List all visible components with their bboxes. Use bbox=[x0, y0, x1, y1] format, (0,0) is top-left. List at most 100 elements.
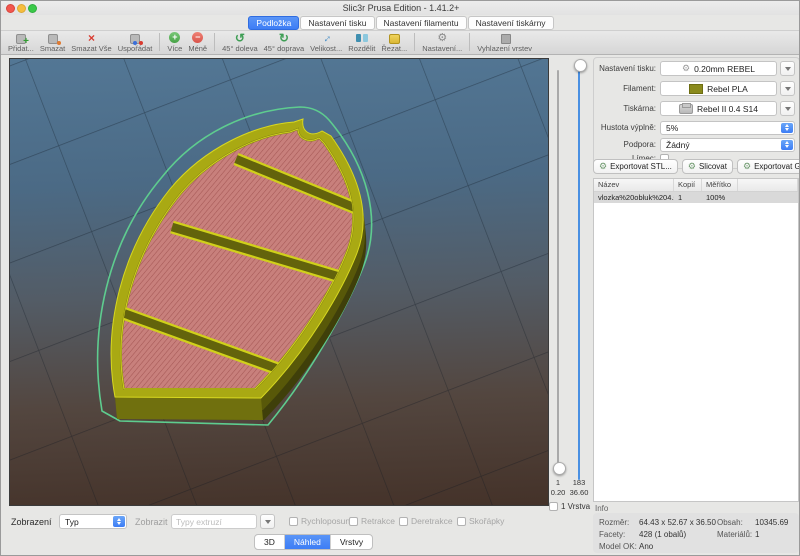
delete-button[interactable]: Smazat bbox=[37, 31, 68, 54]
tab-platter[interactable]: Podložka bbox=[248, 16, 299, 30]
column-copies[interactable]: Kopií bbox=[674, 179, 702, 191]
rotate-right-button[interactable]: ↻ 45° doprava bbox=[261, 31, 308, 54]
preview-canvas bbox=[10, 59, 548, 505]
layer-top-slider[interactable] bbox=[578, 64, 580, 480]
object-settings-button[interactable]: ⚙ Nastavení... bbox=[419, 31, 465, 54]
facets-label: Facety: bbox=[599, 530, 639, 539]
slice-button[interactable]: ⚙ Slicovat bbox=[682, 159, 733, 174]
more-copies-label: Více bbox=[167, 44, 182, 53]
object-settings-label: Nastavení... bbox=[422, 44, 462, 53]
layer-bottom-slider-handle[interactable] bbox=[553, 462, 566, 475]
show-label: Zobrazit bbox=[135, 517, 168, 527]
tab-printer-settings[interactable]: Nastavení tiskárny bbox=[468, 16, 554, 30]
view-mode-label: Zobrazení bbox=[11, 517, 52, 527]
arrange-label: Uspořádat bbox=[118, 44, 153, 53]
toolbar: + Přidat... Smazat × Smazat Vše Uspořáda… bbox=[1, 30, 800, 55]
cut-button[interactable]: Řezat... bbox=[378, 31, 410, 54]
scale-icon: ↔ bbox=[319, 32, 333, 44]
print-settings-dropdown-button[interactable] bbox=[780, 61, 795, 76]
tab-print-settings[interactable]: Nastavení tisku bbox=[300, 16, 374, 30]
rotate-left-icon: ↺ bbox=[233, 32, 247, 44]
support-value: Žádný bbox=[666, 140, 690, 150]
object-table-row[interactable]: vlozka%20obluk%204.stl 1 100% bbox=[594, 192, 798, 203]
travel-toggle[interactable]: Rychloposun bbox=[289, 516, 350, 526]
top-layer-height: 36.60 bbox=[566, 488, 592, 497]
toolbar-separator bbox=[159, 33, 160, 51]
mode-preview-button[interactable]: Náhled bbox=[285, 535, 331, 549]
retractions-checkbox[interactable] bbox=[349, 517, 358, 526]
scale-button[interactable]: ↔ Velikost... bbox=[307, 31, 345, 54]
window-title: Slic3r Prusa Edition - 1.41.2+ bbox=[1, 3, 800, 13]
filament-select[interactable]: Rebel PLA bbox=[660, 81, 777, 96]
travel-checkbox[interactable] bbox=[289, 517, 298, 526]
object-list-table[interactable]: Název Kopií Měřítko vlozka%20obluk%204.s… bbox=[593, 178, 799, 502]
infill-label: Hustota výplně: bbox=[593, 123, 660, 132]
infill-value: 5% bbox=[666, 123, 678, 133]
shells-toggle[interactable]: Skořápky bbox=[457, 516, 504, 526]
export-gcode-button[interactable]: ⚙ Exportovat G-kód... bbox=[737, 159, 800, 174]
top-layer-number: 183 bbox=[566, 478, 592, 487]
deretractions-checkbox[interactable] bbox=[399, 517, 408, 526]
3d-preview-viewport[interactable] bbox=[9, 58, 549, 506]
popup-stepper-icon bbox=[781, 140, 793, 150]
column-scale[interactable]: Měřítko bbox=[702, 179, 738, 191]
export-gcode-icon: ⚙ bbox=[743, 162, 751, 171]
toolbar-separator bbox=[469, 33, 470, 51]
deretractions-toggle[interactable]: Deretrakce bbox=[399, 516, 453, 526]
print-settings-label: Nastavení tisku: bbox=[593, 64, 660, 73]
mode-3d-button[interactable]: 3D bbox=[255, 535, 285, 549]
print-settings-select[interactable]: ⚙ 0.20mm REBEL bbox=[660, 61, 777, 76]
support-select[interactable]: Žádný bbox=[660, 138, 795, 152]
infill-select[interactable]: 5% bbox=[660, 121, 795, 135]
delete-label: Smazat bbox=[40, 44, 65, 53]
arrange-icon bbox=[128, 32, 142, 44]
printer-label: Tiskárna: bbox=[593, 104, 660, 113]
layer-smoothing-icon bbox=[498, 32, 512, 44]
settings-icon: ⚙ bbox=[435, 32, 449, 44]
cut-icon bbox=[387, 32, 401, 44]
split-label: Rozdělit bbox=[348, 44, 375, 53]
layer-smoothing-label: Vyhlazení vrstev bbox=[477, 44, 532, 53]
arrange-button[interactable]: Uspořádat bbox=[115, 31, 156, 54]
bottom-bar: Zobrazení Typ Zobrazit Rychloposun Retra… bbox=[1, 506, 593, 556]
export-gcode-label: Exportovat G-kód... bbox=[754, 162, 800, 171]
add-button[interactable]: + Přidat... bbox=[5, 31, 37, 54]
layer-smoothing-button[interactable]: Vyhlazení vrstev bbox=[474, 31, 535, 54]
extrusion-types-dropdown-button[interactable] bbox=[260, 514, 275, 529]
mode-layers-button[interactable]: Vrstvy bbox=[331, 535, 372, 549]
fewer-copies-button[interactable]: − Méně bbox=[185, 31, 210, 54]
model-ok-label: Model OK: bbox=[599, 542, 639, 551]
add-icon: + bbox=[14, 32, 28, 44]
view-mode-select[interactable]: Typ bbox=[59, 514, 127, 529]
printer-select[interactable]: Rebel II 0.4 S14 bbox=[660, 101, 777, 116]
layer-top-slider-handle[interactable] bbox=[574, 59, 587, 72]
right-panel: Nastavení tisku: ⚙ 0.20mm REBEL Filament… bbox=[593, 55, 800, 556]
print-settings-value: 0.20mm REBEL bbox=[694, 64, 755, 74]
gear-icon: ⚙ bbox=[682, 64, 690, 73]
materials-value: 1 bbox=[755, 530, 795, 539]
tab-filament-settings[interactable]: Nastavení filamentu bbox=[376, 16, 467, 30]
toolbar-separator bbox=[214, 33, 215, 51]
layer-bottom-slider[interactable] bbox=[557, 70, 559, 470]
rotate-left-button[interactable]: ↺ 45° doleva bbox=[219, 31, 261, 54]
app-window: Slic3r Prusa Edition - 1.41.2+ Podložka … bbox=[0, 0, 800, 556]
printer-dropdown-button[interactable] bbox=[780, 101, 795, 116]
filament-dropdown-button[interactable] bbox=[780, 81, 795, 96]
filament-color-swatch bbox=[689, 84, 703, 94]
view-mode-switcher: 3D Náhled Vrstvy bbox=[254, 534, 373, 550]
extrusion-types-input[interactable] bbox=[171, 514, 257, 529]
more-copies-button[interactable]: + Více bbox=[164, 31, 185, 54]
export-stl-button[interactable]: ⚙ Exportovat STL... bbox=[593, 159, 678, 174]
rotate-left-label: 45° doleva bbox=[222, 44, 258, 53]
model-ok-value: Ano bbox=[639, 542, 717, 551]
split-button[interactable]: Rozdělit bbox=[345, 31, 378, 54]
slice-label: Slicovat bbox=[699, 162, 727, 171]
column-name[interactable]: Název bbox=[594, 179, 674, 191]
retractions-toggle[interactable]: Retrakce bbox=[349, 516, 395, 526]
delete-all-button[interactable]: × Smazat Vše bbox=[68, 31, 114, 54]
shells-checkbox[interactable] bbox=[457, 517, 466, 526]
cut-label: Řezat... bbox=[381, 44, 407, 53]
layer-slider-panel: 1 0.20 183 36.60 1 Vrstva bbox=[547, 58, 593, 518]
info-section-title: Info bbox=[595, 504, 608, 513]
volume-label: Obsah: bbox=[717, 518, 755, 527]
